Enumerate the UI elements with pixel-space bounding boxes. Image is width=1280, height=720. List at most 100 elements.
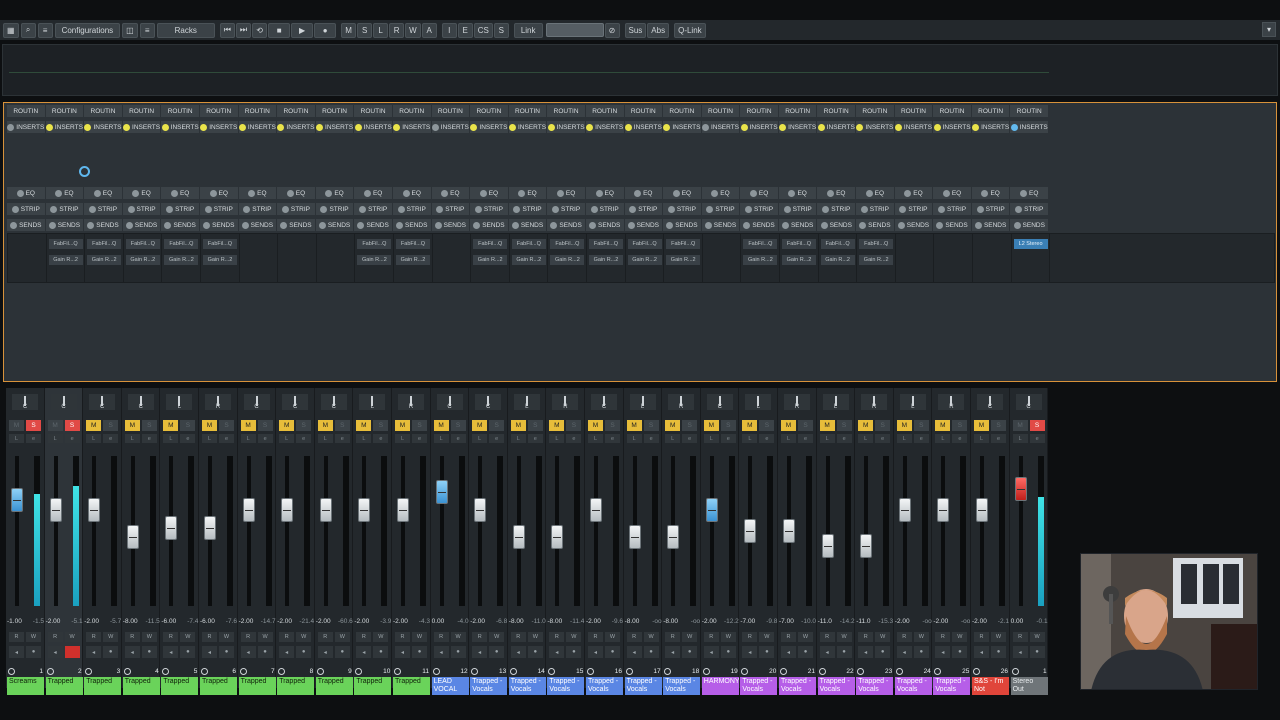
rewind-start-icon[interactable]: ⏮ [219, 22, 235, 38]
sends-button[interactable]: SENDS [45, 219, 85, 231]
pan-control[interactable]: L [359, 394, 386, 410]
racks-menu-icon[interactable]: ≡ [139, 22, 155, 38]
routing-button[interactable]: ROUTIN [277, 105, 316, 117]
record-enable-button[interactable]: ● [26, 646, 41, 658]
insert-slot-fabfilter[interactable]: FabFil...Q [357, 239, 392, 249]
channel-name[interactable]: Trapped - Vocals [470, 677, 508, 695]
sends-button[interactable]: SENDS [1010, 219, 1050, 231]
insert-slot-gain[interactable]: Gain R...2 [666, 255, 701, 265]
inserts-button[interactable]: INSERTS [894, 121, 934, 133]
fader-handle[interactable] [898, 498, 911, 522]
fader-value[interactable]: 0.00 [1011, 618, 1024, 625]
channel-strip-button[interactable]: CS [473, 22, 493, 38]
monitor-button[interactable]: ◂ [742, 646, 758, 658]
power-icon[interactable] [509, 668, 517, 675]
mute-button[interactable]: M [356, 420, 372, 431]
fader-track[interactable] [864, 456, 869, 606]
power-icon[interactable] [634, 189, 642, 197]
inserts-button[interactable]: INSERTS [1010, 121, 1050, 133]
sends-button[interactable]: SENDS [161, 219, 200, 231]
routing-button[interactable]: ROUTIN [508, 105, 548, 117]
mute-button[interactable]: M [433, 420, 449, 431]
fader-handle[interactable] [319, 498, 332, 522]
eq-button[interactable]: EQ [663, 187, 702, 199]
power-icon[interactable] [936, 221, 944, 229]
monitor-button[interactable]: ◂ [202, 646, 217, 658]
record-enable-button[interactable]: ● [412, 646, 427, 658]
sends-button[interactable]: SENDS [508, 219, 548, 231]
record-enable-button[interactable]: ● [913, 646, 929, 658]
routing-button[interactable]: ROUTIN [817, 105, 857, 117]
power-icon[interactable] [547, 123, 555, 131]
qlink-button[interactable]: Q-Link [674, 22, 706, 38]
listen-button[interactable]: L [510, 434, 526, 443]
inserts-button[interactable]: INSERTS [277, 121, 316, 133]
inserts-button[interactable]: INSERTS [7, 121, 46, 133]
input-button[interactable]: I [441, 22, 457, 38]
power-icon[interactable] [974, 221, 982, 229]
camera-icon[interactable]: ◫ [122, 22, 138, 38]
configurations-button[interactable]: Configurations [54, 22, 121, 38]
power-icon[interactable] [937, 205, 945, 213]
power-icon[interactable] [431, 123, 439, 131]
read-button[interactable]: R [896, 632, 912, 642]
power-icon[interactable] [436, 205, 444, 213]
channel-strip[interactable]: L M S Le -8.00 -oo RW ◂ ● 17 Trapped - Voc… [623, 388, 663, 695]
sends-button[interactable]: SENDS [84, 219, 123, 231]
strip-button[interactable]: STRIP [817, 203, 857, 215]
solo-button[interactable]: S [836, 420, 852, 431]
sends-button[interactable]: SENDS [199, 219, 239, 231]
power-icon[interactable] [363, 189, 371, 197]
fader-value[interactable]: -2.00 [895, 618, 910, 625]
power-icon[interactable] [8, 668, 15, 675]
routing-button[interactable]: ROUTIN [45, 105, 85, 117]
fader-track[interactable] [285, 456, 290, 606]
fader-handle[interactable] [705, 498, 718, 522]
power-icon[interactable] [359, 205, 367, 213]
channel-name[interactable]: Trapped [84, 677, 122, 695]
link-off-icon[interactable]: ⊘ [604, 22, 620, 38]
channel-strip[interactable]: L M S Le -7.00 -9.8 RW ◂ ● 20 Trapped - Vo… [739, 388, 778, 695]
solo-button[interactable]: S [759, 420, 775, 431]
fader-value[interactable]: -8.00 [663, 618, 678, 625]
inserts-button[interactable]: INSERTS [238, 121, 278, 133]
channel-name[interactable]: S&S - I'm Not [972, 677, 1009, 695]
channel-name[interactable]: Trapped - Vocals [933, 677, 971, 695]
routing-button[interactable]: ROUTIN [701, 105, 741, 117]
eq-button[interactable]: EQ [45, 187, 85, 199]
power-icon[interactable] [316, 668, 324, 675]
insert-slot-gain[interactable]: Gain R...2 [357, 255, 392, 265]
monitor-button[interactable]: ◂ [819, 646, 835, 658]
power-icon[interactable] [743, 221, 751, 229]
listen-button[interactable]: L [858, 434, 874, 443]
channel-strip[interactable]: C M S Le -2.00 -21.4 RW ◂ ● 8 Trapped [276, 388, 315, 695]
insert-slot-fabfilter[interactable]: FabFil...Q [164, 239, 199, 249]
monitor-button[interactable]: ◂ [588, 646, 603, 658]
monitor-button[interactable]: ◂ [356, 646, 372, 658]
routing-button[interactable]: ROUTIN [470, 105, 509, 117]
inserts-button[interactable]: INSERTS [199, 121, 239, 133]
power-icon[interactable] [629, 205, 637, 213]
channel-name[interactable]: Trapped [200, 677, 237, 695]
read-button[interactable]: R [317, 632, 333, 642]
eq-button[interactable]: EQ [7, 187, 46, 199]
power-icon[interactable] [513, 205, 521, 213]
monitor-button[interactable]: ◂ [472, 646, 488, 658]
power-icon[interactable] [11, 205, 19, 213]
eq-button[interactable]: EQ [1010, 187, 1050, 199]
mute-button[interactable]: M [626, 420, 642, 431]
edit-button[interactable]: e [103, 434, 119, 443]
power-icon[interactable] [93, 189, 101, 197]
fader-handle[interactable] [783, 519, 795, 543]
power-icon[interactable] [973, 668, 980, 675]
link-button[interactable]: Link [513, 22, 543, 38]
read-button[interactable]: R [356, 632, 372, 642]
listen-button[interactable]: L [472, 434, 488, 443]
pan-control[interactable]: C [320, 394, 347, 410]
power-icon[interactable] [556, 189, 564, 197]
insert-slot-gain[interactable]: Gain R...2 [164, 255, 199, 265]
inserts-button[interactable]: INSERTS [354, 121, 393, 133]
eq-button[interactable]: EQ [315, 187, 355, 199]
read-button[interactable]: R [433, 632, 449, 642]
power-icon[interactable] [934, 668, 942, 675]
